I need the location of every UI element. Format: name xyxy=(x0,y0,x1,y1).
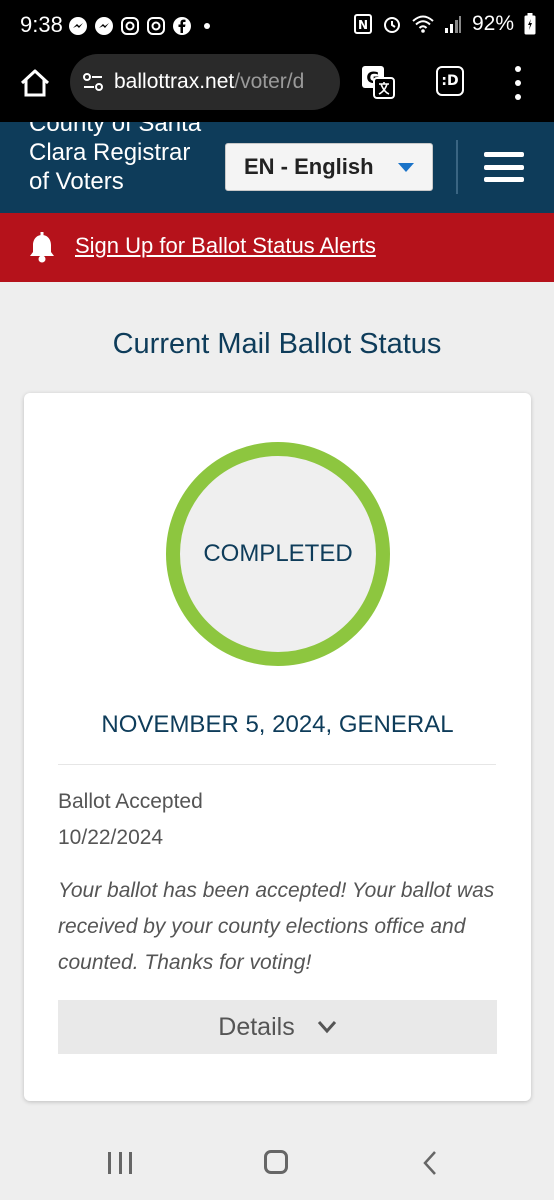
recents-icon[interactable] xyxy=(108,1152,132,1174)
site-header: County of Santa Clara Registrar of Voter… xyxy=(0,122,554,213)
caret-down-icon xyxy=(398,163,414,172)
url-host: ballottrax.net xyxy=(114,70,235,93)
messenger-icon xyxy=(69,17,87,35)
page-title: Current Mail Ballot Status xyxy=(112,328,442,360)
more-options-icon[interactable] xyxy=(510,66,526,100)
alarm-icon xyxy=(383,17,400,33)
ballot-status-text: Ballot Accepted xyxy=(58,790,203,813)
translate-icon[interactable]: G xyxy=(360,64,396,100)
status-bar: 9:38 N 92% xyxy=(0,0,554,52)
ballot-status-date: 10/22/2024 xyxy=(58,826,164,849)
signal-icon xyxy=(444,16,461,33)
status-ring-label: COMPLETED xyxy=(203,540,353,567)
battery-icon xyxy=(524,13,536,35)
battery-percent: 92% xyxy=(471,12,514,35)
back-icon[interactable] xyxy=(422,1150,438,1176)
svg-text:N: N xyxy=(358,18,368,32)
language-selected: EN - English xyxy=(244,154,374,179)
county-title[interactable]: County of Santa Clara Registrar of Voter… xyxy=(29,122,209,196)
card-divider xyxy=(58,764,496,765)
more-notifications-dot xyxy=(204,23,210,29)
language-select[interactable]: EN - English xyxy=(225,143,433,191)
details-button[interactable]: Details xyxy=(58,1000,497,1054)
messenger-icon xyxy=(95,17,113,35)
details-label: Details xyxy=(218,1012,295,1041)
nav-home-icon[interactable] xyxy=(264,1150,288,1174)
instagram-icon xyxy=(121,17,139,35)
site-settings-icon[interactable] xyxy=(80,69,106,95)
wifi-icon xyxy=(412,15,434,33)
chevron-down-icon xyxy=(317,1021,336,1034)
status-time: 9:38 xyxy=(20,12,63,37)
tab-switcher-button[interactable]: :D xyxy=(436,66,464,96)
ballot-alerts-signup-link[interactable]: Sign Up for Ballot Status Alerts xyxy=(75,233,376,259)
instagram-icon xyxy=(147,17,165,35)
ballot-status-message: Your ballot has been accepted! Your ball… xyxy=(58,879,495,974)
notification-icons xyxy=(68,16,210,36)
hamburger-menu-icon[interactable] xyxy=(484,152,524,182)
alert-banner: Sign Up for Ballot Status Alerts xyxy=(0,213,554,282)
system-nav-bar xyxy=(0,1130,554,1200)
home-icon[interactable] xyxy=(18,66,52,100)
election-name: NOVEMBER 5, 2024, GENERAL xyxy=(101,711,454,738)
header-divider xyxy=(456,140,458,194)
nfc-icon: N xyxy=(353,14,372,34)
system-icons: N 92% xyxy=(353,12,536,36)
facebook-icon xyxy=(173,17,191,35)
browser-toolbar: ballottrax.net/voter/d G :D xyxy=(0,52,554,122)
status-ring: COMPLETED xyxy=(166,442,390,666)
bell-icon xyxy=(30,232,54,263)
address-bar[interactable]: ballottrax.net/voter/d xyxy=(70,54,340,110)
ballot-status-card: COMPLETED NOVEMBER 5, 2024, GENERAL Ball… xyxy=(24,393,531,1101)
url-path: /voter/d xyxy=(234,70,305,93)
